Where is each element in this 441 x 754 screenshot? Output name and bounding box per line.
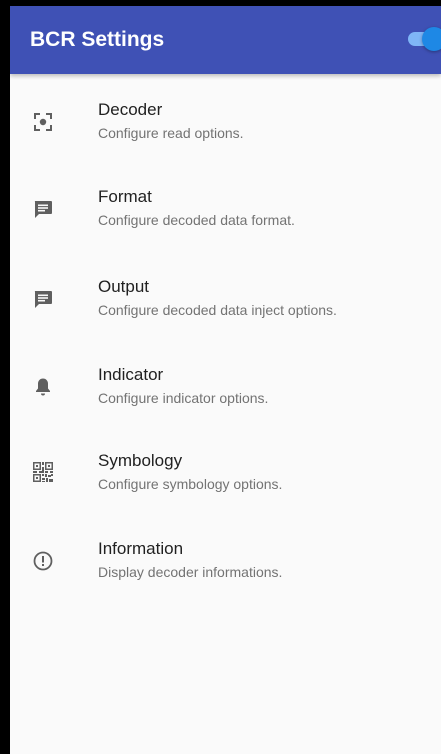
app-title: BCR Settings (30, 28, 165, 51)
settings-item-decoder[interactable]: Decoder Configure read options. (10, 74, 441, 162)
settings-item-title: Decoder (98, 100, 163, 119)
message-icon (31, 287, 55, 311)
message-icon (31, 197, 55, 221)
settings-item-output[interactable]: Output Configure decoded data inject opt… (10, 250, 441, 338)
settings-item-format[interactable]: Format Configure decoded data format. (10, 162, 441, 250)
app-bar: BCR Settings (10, 6, 441, 74)
settings-screen: BCR Settings Decoder Configure read opti… (10, 6, 441, 754)
settings-item-subtitle: Display decoder informations. (98, 564, 283, 580)
settings-item-title: Format (98, 187, 152, 206)
master-toggle[interactable] (408, 25, 441, 53)
settings-item-symbology[interactable]: Symbology Configure symbology options. (10, 426, 441, 514)
settings-item-subtitle: Configure decoded data inject options. (98, 302, 337, 318)
settings-item-subtitle: Configure symbology options. (98, 476, 283, 492)
scan-focus-icon (31, 110, 55, 134)
settings-item-subtitle: Configure decoded data format. (98, 212, 295, 228)
settings-item-title: Symbology (98, 451, 183, 470)
settings-item-information[interactable]: Information Display decoder informations… (10, 514, 441, 602)
settings-item-title: Information (98, 539, 184, 558)
settings-item-title: Indicator (98, 365, 164, 384)
info-alert-icon (31, 549, 55, 573)
toggle-thumb (422, 27, 441, 51)
bell-icon (31, 375, 55, 399)
settings-item-title: Output (98, 277, 150, 296)
settings-item-subtitle: Configure read options. (98, 125, 244, 141)
qr-code-icon (31, 460, 55, 484)
settings-item-indicator[interactable]: Indicator Configure indicator options. (10, 338, 441, 426)
settings-item-subtitle: Configure indicator options. (98, 390, 269, 406)
